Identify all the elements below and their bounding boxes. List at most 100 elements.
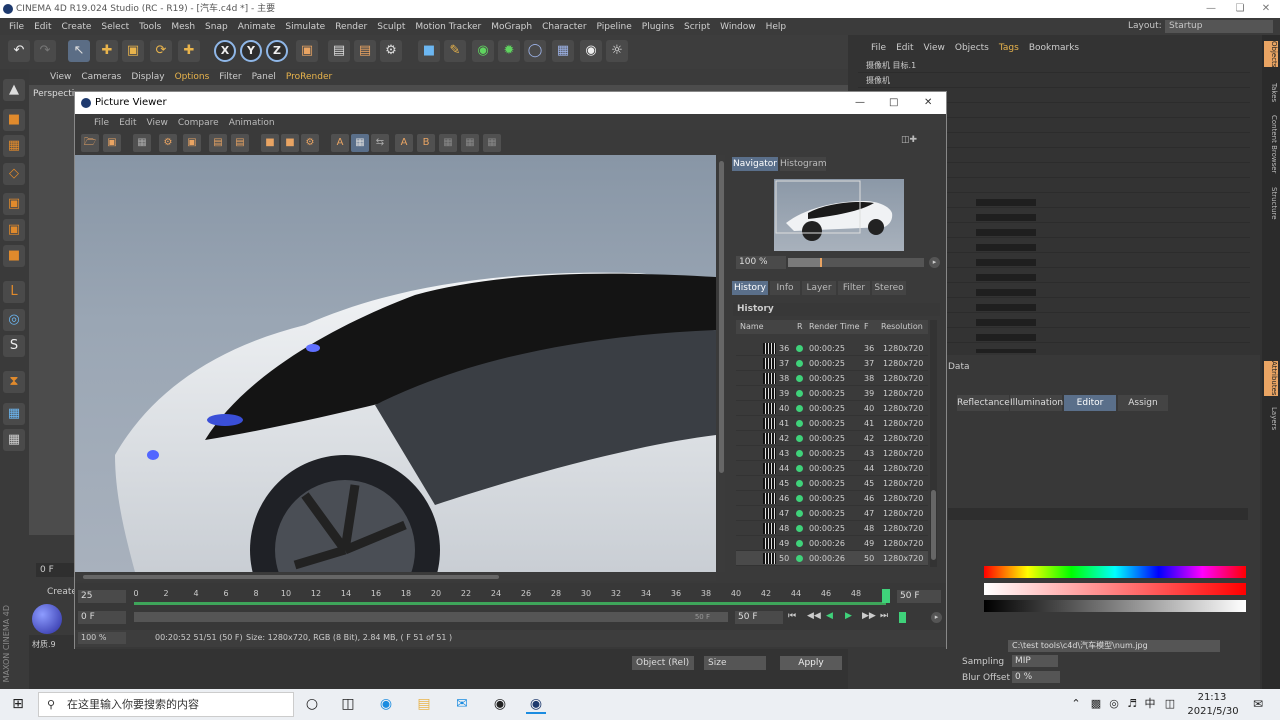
history-scrollbar[interactable] <box>930 320 937 567</box>
history-row[interactable]: 38 00:00:25 38 1280x720 <box>736 371 928 386</box>
history-row[interactable]: 47 00:00:25 47 1280x720 <box>736 506 928 521</box>
menu-motion-tracker[interactable]: Motion Tracker <box>410 22 486 32</box>
y-axis-icon[interactable]: Y <box>240 40 262 62</box>
render-view-icon[interactable]: ▤ <box>328 40 350 62</box>
file-explorer-icon[interactable]: ▤ <box>414 694 434 714</box>
scale-tool-icon[interactable]: ▣ <box>122 40 144 62</box>
objmenu-tags[interactable]: Tags <box>994 43 1024 53</box>
menu-create[interactable]: Create <box>57 22 97 32</box>
split-view-icon[interactable]: ▦ <box>351 134 369 152</box>
redo-icon[interactable]: ↷ <box>34 40 56 62</box>
edges-mode-icon[interactable]: ▣ <box>3 219 25 241</box>
viewport-menu-panel[interactable]: Panel <box>247 72 281 82</box>
restore-icon[interactable]: ❏ <box>1226 0 1254 18</box>
tab-histogram[interactable]: Histogram <box>780 157 827 171</box>
saturation-slider[interactable] <box>984 583 1246 595</box>
z-axis-icon[interactable]: Z <box>266 40 288 62</box>
subdivision-icon[interactable]: ◉ <box>472 40 494 62</box>
viewport-menu-filter[interactable]: Filter <box>214 72 246 82</box>
pv-layout-icon[interactable]: ◫✚ <box>901 135 917 145</box>
object-row[interactable]: 摄像机 目标.1 <box>858 58 1250 73</box>
make-editable-icon[interactable]: ▲ <box>3 79 25 101</box>
start-frame-field[interactable]: 0 F <box>78 611 126 624</box>
compare-difference-icon[interactable]: ▦ <box>461 134 479 152</box>
ime-mode-icon[interactable]: ◫ <box>1160 694 1180 714</box>
col-name[interactable]: Name <box>740 322 764 331</box>
mail-icon[interactable]: ✉ <box>452 694 472 714</box>
col-render-time[interactable]: Render Time <box>809 322 860 331</box>
status-zoom-field[interactable]: 100 % <box>78 632 126 644</box>
volume-icon[interactable]: ♬ <box>1122 694 1142 714</box>
cortana-icon[interactable]: ○ <box>302 694 322 714</box>
viewport-menu-prorender[interactable]: ProRender <box>281 72 337 82</box>
tab-assign[interactable]: Assign <box>1118 395 1168 411</box>
tab-stereo[interactable]: Stereo <box>872 281 906 295</box>
navigator-zoom-menu-icon[interactable]: ▸ <box>929 257 940 268</box>
end-frame-field[interactable]: 50 F <box>897 590 941 603</box>
history-row[interactable]: 40 00:00:25 40 1280x720 <box>736 401 928 416</box>
set-a-icon[interactable]: A <box>395 134 413 152</box>
tab-illumination[interactable]: Illumination <box>1010 395 1063 411</box>
history-row[interactable]: 49 00:00:26 49 1280x720 <box>736 536 928 551</box>
menu-animate[interactable]: Animate <box>233 22 281 32</box>
workplane-icon[interactable]: ◇ <box>3 163 25 185</box>
objmenu-view[interactable]: View <box>919 43 950 53</box>
photos-app-icon[interactable]: ◉ <box>490 694 510 714</box>
menu-file[interactable]: File <box>4 22 29 32</box>
history-row[interactable]: 37 00:00:25 37 1280x720 <box>736 356 928 371</box>
objmenu-objects[interactable]: Objects <box>950 43 994 53</box>
objmenu-edit[interactable]: Edit <box>891 43 918 53</box>
snap-icon[interactable]: S <box>3 335 25 357</box>
coordinate-system-icon[interactable]: ▣ <box>296 40 318 62</box>
crop-icon[interactable]: ▦ <box>133 134 151 152</box>
menu-render[interactable]: Render <box>330 22 372 32</box>
menu-mograph[interactable]: MoGraph <box>486 22 537 32</box>
render-picture-icon[interactable]: ■ <box>281 134 299 152</box>
edge-browser-icon[interactable]: ◉ <box>376 694 396 714</box>
stop-render-icon[interactable]: ■ <box>261 134 279 152</box>
grid-icon[interactable]: ▦ <box>3 429 25 451</box>
history-row[interactable]: 39 00:00:25 39 1280x720 <box>736 386 928 401</box>
fit-icon[interactable]: ▣ <box>183 134 201 152</box>
taskbar-clock-time[interactable]: 21:13 <box>1190 692 1234 703</box>
frame-range-slider[interactable]: 50 F <box>134 612 728 622</box>
timeline-options-icon[interactable]: ▸ <box>931 612 942 623</box>
menu-pipeline[interactable]: Pipeline <box>592 22 637 32</box>
pvmenu-view[interactable]: View <box>142 118 173 128</box>
viewport-menu-display[interactable]: Display <box>126 72 169 82</box>
compare-mode-icon[interactable]: ▦ <box>439 134 457 152</box>
prev-frame-icon[interactable]: ◀◀ <box>807 611 821 621</box>
current-frame-field[interactable]: 50 F <box>735 611 783 624</box>
texture-path-field[interactable]: C:\test tools\c4d\汽车模型\num.jpg <box>1008 640 1220 652</box>
menu-plugins[interactable]: Plugins <box>637 22 679 32</box>
viewport-menu-options[interactable]: Options <box>170 72 215 82</box>
pvmenu-animation[interactable]: Animation <box>224 118 280 128</box>
tab-layers[interactable]: Layers <box>1264 407 1278 430</box>
x-axis-icon[interactable]: X <box>214 40 236 62</box>
history-row[interactable]: 36 00:00:25 36 1280x720 <box>736 341 928 356</box>
magnet-icon[interactable]: ⧗ <box>3 371 25 393</box>
viewport-menu-view[interactable]: View <box>45 72 76 82</box>
object-row[interactable]: 摄像机 <box>858 73 1250 88</box>
go-start-icon[interactable]: ⏮ <box>788 611 796 621</box>
move-tool-icon[interactable]: ✚ <box>96 40 118 62</box>
image-vertical-scrollbar[interactable] <box>718 155 725 572</box>
menu-mesh[interactable]: Mesh <box>166 22 200 32</box>
history-row[interactable]: 42 00:00:25 42 1280x720 <box>736 431 928 446</box>
tab-editor[interactable]: Editor <box>1064 395 1116 411</box>
tab-filter[interactable]: Filter <box>838 281 870 295</box>
cinema4d-taskbar-icon[interactable]: ◉ <box>526 694 546 714</box>
tab-navigator[interactable]: Navigator <box>732 157 778 171</box>
history-row[interactable]: 45 00:00:25 45 1280x720 <box>736 476 928 491</box>
loop-toggle-icon[interactable] <box>899 612 906 623</box>
light-icon[interactable]: ☼ <box>606 40 628 62</box>
tab-attributes[interactable]: Attributes <box>1264 361 1278 396</box>
play-forward-icon[interactable]: ▶ <box>845 611 852 621</box>
task-view-icon[interactable]: ◫ <box>338 694 358 714</box>
cube-icon[interactable]: ■ <box>418 40 440 62</box>
material-preview-icon[interactable] <box>32 604 62 634</box>
tab-reflectance[interactable]: Reflectance <box>957 395 1010 411</box>
col-r[interactable]: R <box>797 322 803 331</box>
enable-axis-icon[interactable]: L <box>3 281 25 303</box>
menu-edit[interactable]: Edit <box>29 22 56 32</box>
